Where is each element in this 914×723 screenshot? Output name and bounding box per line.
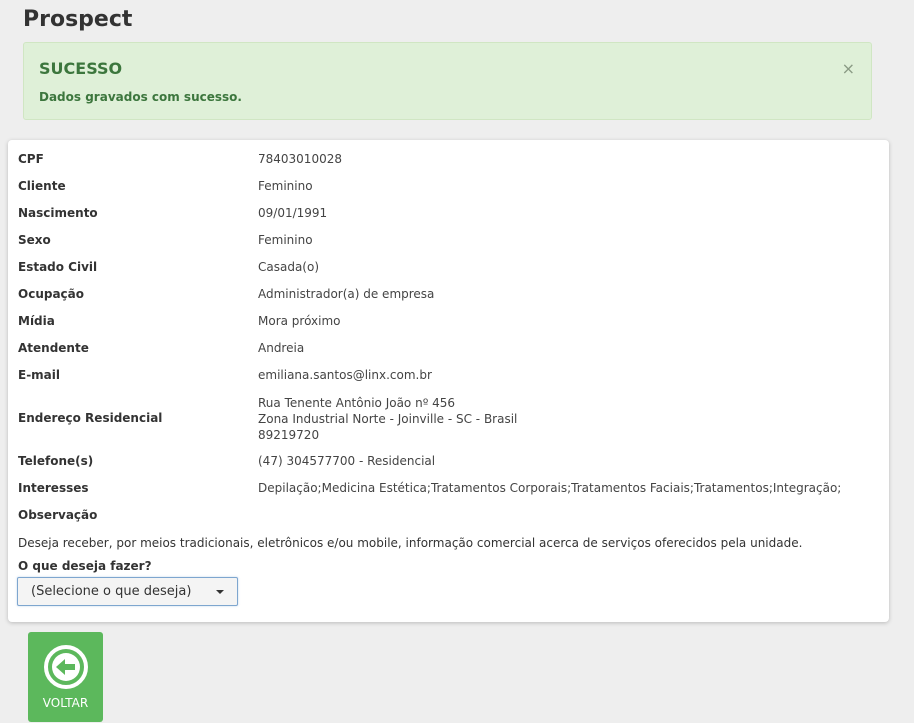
alert-message: Dados gravados com sucesso.: [39, 90, 242, 104]
detail-label: CPF: [18, 152, 44, 166]
detail-label: Estado Civil: [18, 260, 98, 274]
action-select-value: (Selecione o que deseja): [31, 584, 192, 599]
detail-value: Depilação;Medicina Estética;Tratamentos …: [258, 481, 842, 495]
prospect-details-card: CPF 78403010028 Cliente Feminino Nascime…: [8, 140, 889, 622]
page-title: Prospect: [23, 7, 133, 32]
detail-value: Andreia: [258, 341, 305, 355]
address-line: Zona Industrial Norte - Joinville - SC -…: [258, 412, 518, 426]
detail-value: Casada(o): [258, 260, 320, 274]
detail-label: Endereço Residencial: [18, 411, 163, 425]
action-select[interactable]: (Selecione o que deseja): [17, 577, 238, 606]
action-label: O que deseja fazer?: [18, 559, 152, 573]
detail-label: Nascimento: [18, 206, 98, 220]
detail-label: E-mail: [18, 368, 61, 382]
detail-label: Ocupação: [18, 287, 84, 301]
address-value: Rua Tenente Antônio João nº 456 Zona Ind…: [258, 395, 517, 443]
detail-value: Mora próximo: [258, 314, 341, 328]
detail-value: Feminino: [258, 179, 313, 193]
detail-label: Cliente: [18, 179, 66, 193]
observation-text: Deseja receber, por meios tradicionais, …: [18, 536, 803, 550]
back-button-label: VOLTAR: [42, 696, 89, 710]
arrow-left-circle-icon: [44, 645, 88, 689]
alert-title: SUCESSO: [39, 59, 123, 78]
close-icon[interactable]: ×: [842, 61, 855, 77]
detail-label: Telefone(s): [18, 454, 94, 468]
detail-label: Observação: [18, 508, 98, 522]
detail-value: 78403010028: [258, 152, 342, 166]
detail-label: Atendente: [18, 341, 89, 355]
address-line: Rua Tenente Antônio João nº 456: [258, 396, 456, 410]
detail-label: Mídia: [18, 314, 55, 328]
detail-value: Administrador(a) de empresa: [258, 287, 435, 301]
detail-label: Sexo: [18, 233, 51, 247]
back-button[interactable]: VOLTAR: [28, 632, 103, 722]
address-line: 89219720: [258, 428, 320, 442]
detail-value: Feminino: [258, 233, 313, 247]
detail-value: (47) 304577700 - Residencial: [258, 454, 436, 468]
caret-down-icon: [216, 590, 224, 594]
success-alert: SUCESSO Dados gravados com sucesso. ×: [23, 42, 872, 120]
detail-value: 09/01/1991: [258, 206, 328, 220]
detail-label: Interesses: [18, 481, 89, 495]
detail-value: emiliana.santos@linx.com.br: [258, 368, 432, 382]
